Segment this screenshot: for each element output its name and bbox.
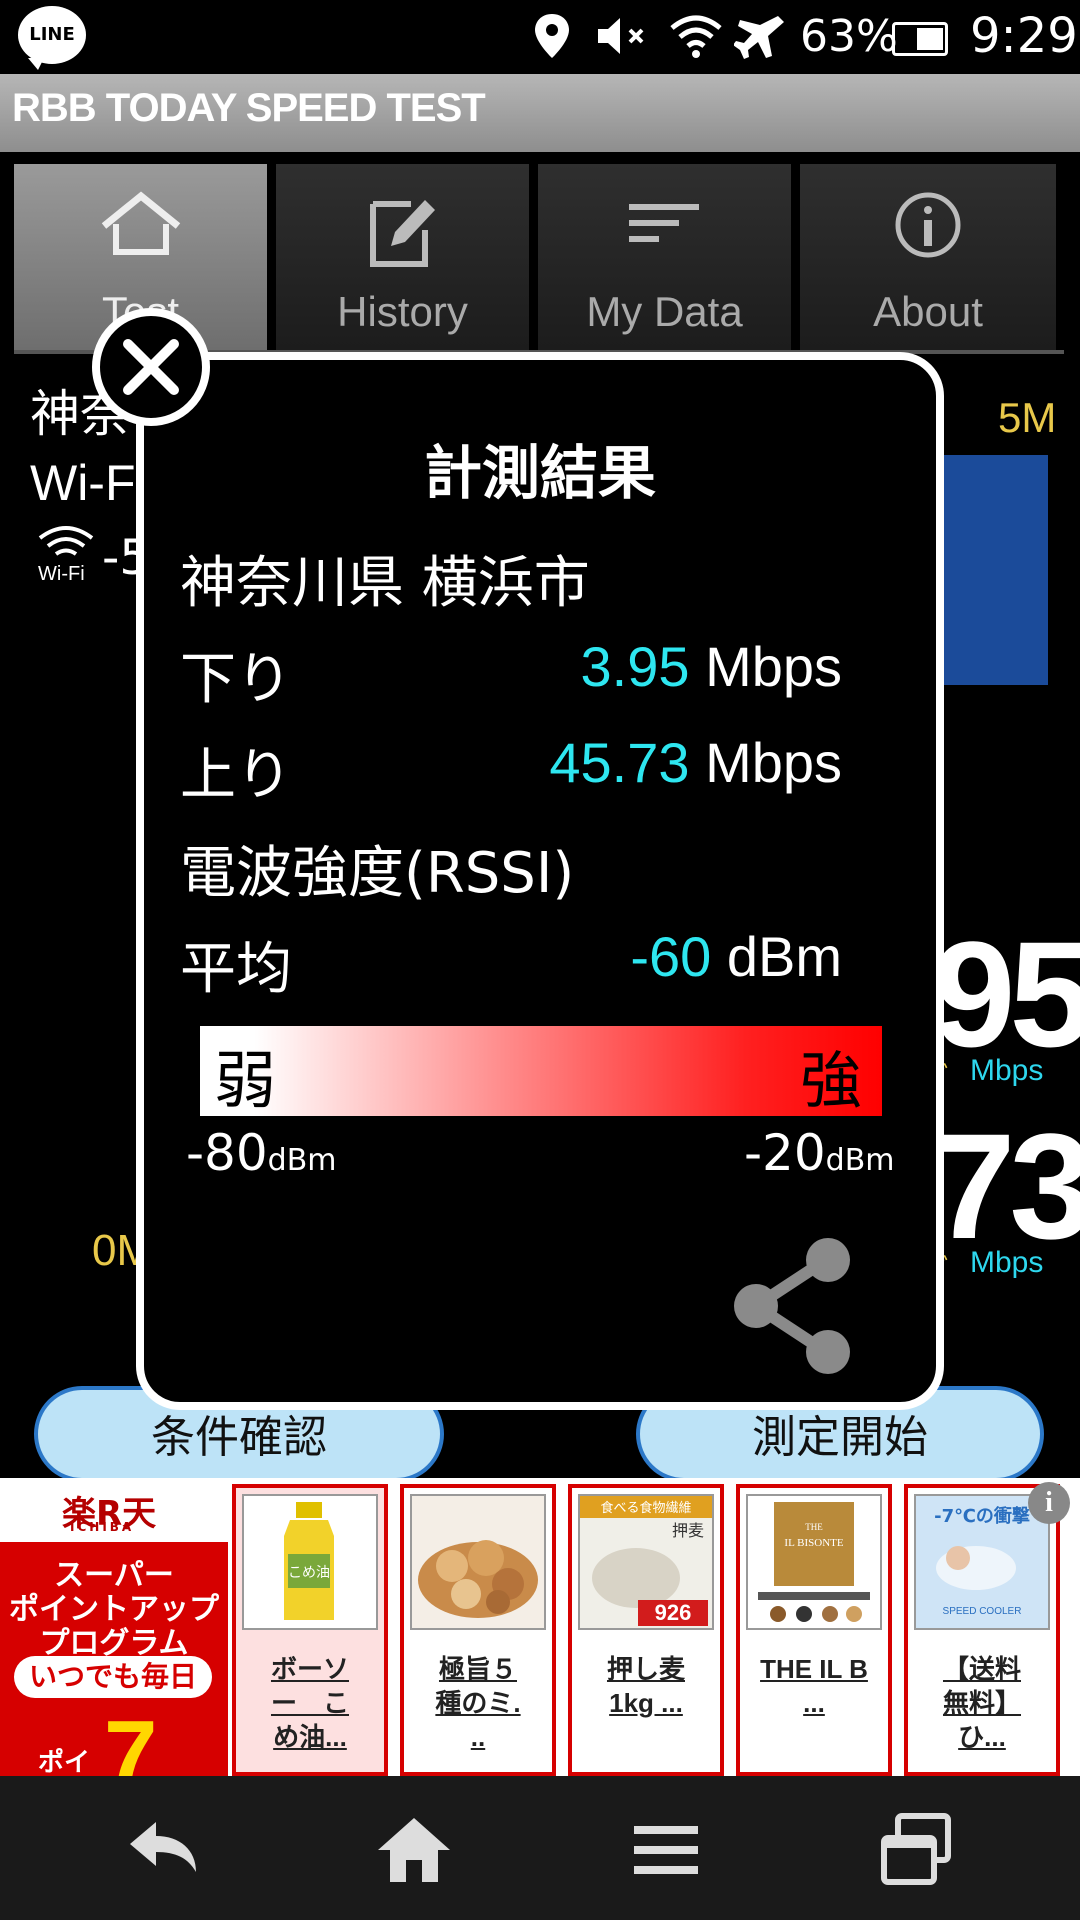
ad-info-icon[interactable]: i (1028, 1482, 1070, 1524)
ad-item-text: 極旨５ 種のミ... (435, 1654, 521, 1752)
ad-item-text: THE IL B... (760, 1654, 868, 1718)
clock: 9:29 (970, 8, 1078, 64)
download-unit: Mbps (970, 1054, 1044, 1087)
dialog-title: 計測結果 (423, 439, 656, 507)
ad-item-image: こめ油 (242, 1494, 378, 1630)
line-app-icon: LINE (18, 6, 86, 70)
ad-item-image: 食べる食物繊維押麦 926 (578, 1494, 714, 1630)
home-nav-icon[interactable] (374, 1810, 454, 1890)
connection-type: Wi-F (30, 455, 136, 511)
ad-item-image (410, 1494, 546, 1630)
home-icon (96, 190, 186, 264)
wifi-signal-icon: Wi-Fi (36, 520, 96, 585)
download-value: 3.95 Mbps (580, 635, 843, 698)
location-icon (532, 12, 572, 60)
ad-item-image: -7℃の衝撃 SPEED COOLER (914, 1494, 1050, 1630)
edit-icon (363, 190, 443, 274)
download-label: 下り (180, 647, 292, 712)
info-icon (893, 190, 963, 264)
scale-max: -20dBm (744, 1124, 895, 1182)
tab-label: History (337, 288, 468, 335)
tab-label: My Data (586, 288, 743, 335)
battery-percent: 63% (800, 11, 898, 62)
promo-point: ポイ (38, 1748, 91, 1778)
airplane-icon (733, 12, 786, 60)
menu-icon[interactable] (626, 1810, 706, 1890)
speed-gauge (940, 455, 1048, 685)
tab-about[interactable]: About (800, 164, 1056, 350)
book-sub: THE (805, 1522, 823, 1532)
ad-item[interactable]: 極旨５ 種のミ... (400, 1484, 556, 1776)
upload-unit: Mbps (970, 1246, 1044, 1279)
rssi-label: 電波強度(RSSI) (180, 841, 575, 906)
barley-price: 926 (655, 1600, 692, 1625)
ad-item-text: ボーソー こめ油... (270, 1654, 349, 1752)
ad-item[interactable]: -7℃の衝撃 SPEED COOLER 【送料 無料】 ひ... (904, 1484, 1060, 1776)
ad-item[interactable]: 食べる食物繊維押麦 926 押し麦 1kg ... (568, 1484, 724, 1776)
signal-strength-meter (200, 1026, 882, 1116)
promo-pill: いつでも毎日 (14, 1656, 212, 1698)
oil-label: こめ油 (288, 1565, 330, 1581)
ad-item-image: THE IL BISONTE (746, 1494, 882, 1630)
back-icon[interactable] (124, 1810, 204, 1890)
ad-item-text: 押し麦 1kg ... (606, 1654, 685, 1718)
close-icon (123, 339, 179, 395)
rakuten-sub: ICHIBA (70, 1520, 135, 1534)
average-label: 平均 (180, 937, 292, 1002)
upload-label: 上り (180, 743, 292, 808)
ad-item[interactable]: こめ油 ボーソー こめ油... (232, 1484, 388, 1776)
battery-icon (892, 22, 948, 56)
average-value: -60 dBm (630, 925, 842, 988)
share-icon[interactable] (726, 1230, 866, 1380)
cooler-title: -7℃の衝撃 (934, 1505, 1030, 1527)
scale-min: -80dBm (186, 1124, 337, 1182)
wifi-label: Wi-Fi (38, 563, 85, 584)
close-button[interactable] (92, 308, 210, 426)
recent-apps-icon[interactable] (876, 1810, 956, 1890)
gauge-max-label: 5M (998, 394, 1057, 441)
meter-strong-label: 強 (800, 1044, 863, 1117)
meter-weak-label: 弱 (214, 1044, 277, 1117)
cooler-sub: SPEED COOLER (943, 1606, 1022, 1617)
tab-history[interactable]: History (276, 164, 532, 350)
ad-item-text: 【送料 無料】 ひ... (942, 1654, 1021, 1752)
app-title: RBB TODAY SPEED TEST (12, 86, 486, 130)
barley-name: 押麦 (672, 1521, 704, 1540)
upload-value: 45.73 Mbps (549, 731, 842, 794)
tab-my-data[interactable]: My Data (538, 164, 794, 350)
barley-top: 食べる食物繊維 (600, 1500, 691, 1516)
mute-icon (594, 12, 654, 60)
ad-item[interactable]: THE IL BISONTE THE IL B... (736, 1484, 892, 1776)
list-icon (625, 190, 705, 264)
tab-label: About (873, 288, 983, 335)
location-label: 神奈川県 横浜市 (180, 551, 590, 616)
book-title: IL BISONTE (784, 1537, 843, 1549)
wifi-icon (668, 12, 724, 60)
